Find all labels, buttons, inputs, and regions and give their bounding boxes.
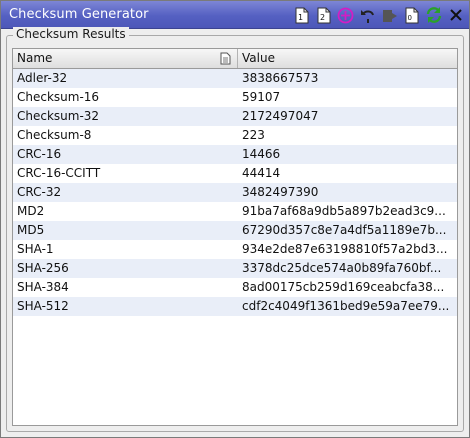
cell-name: CRC-16 [17, 147, 62, 161]
svg-text:1: 1 [298, 13, 303, 22]
table-row[interactable]: MD2 91ba7af68a9db5a897b2ead3c9... [13, 202, 457, 221]
table-row[interactable]: SHA-512 cdf2c4049f1361bed9e59a7ee79... [13, 297, 457, 316]
svg-text:2: 2 [320, 13, 325, 22]
cell-name: MD5 [17, 223, 45, 237]
table-row[interactable]: MD5 67290d357c8e7a4df5a1189e7b... [13, 221, 457, 240]
window-title: Checksum Generator [9, 7, 149, 22]
file-2-icon[interactable]: 2 [314, 6, 333, 25]
cell-value: 59107 [242, 90, 281, 104]
cell-value: 3482497390 [242, 185, 319, 199]
cell-name: MD2 [17, 204, 45, 218]
cell-name: SHA-384 [17, 280, 69, 294]
table-row[interactable]: SHA-384 8ad00175cb259d169ceabcfa38... [13, 278, 457, 297]
table-row[interactable]: CRC-16 14466 [13, 145, 457, 164]
cell-name: SHA-512 [17, 299, 69, 313]
cell-name: Checksum-32 [17, 109, 100, 123]
cell-value: 3378dc25dce574a0b89fa760bf... [242, 261, 442, 275]
title-toolbar: 1 2 0 [292, 5, 465, 25]
cell-value: cdf2c4049f1361bed9e59a7ee79... [242, 299, 450, 313]
column-header-value[interactable]: Value [238, 49, 457, 68]
group-label: Checksum Results [13, 27, 129, 41]
cell-value: 934e2de87e63198810f57a2bd3... [242, 242, 448, 256]
file-1-icon[interactable]: 1 [292, 6, 311, 25]
checksum-generator-window: Checksum Generator 1 2 0 Checksum Result… [0, 0, 470, 438]
cell-value: 3838667573 [242, 71, 319, 85]
svg-text:0: 0 [407, 14, 411, 22]
cell-value: 91ba7af68a9db5a897b2ead3c9... [242, 204, 446, 218]
table-row[interactable]: Checksum-8 223 [13, 126, 457, 145]
cell-value: 14466 [242, 147, 281, 161]
cell-name: CRC-32 [17, 185, 62, 199]
title-bar[interactable]: Checksum Generator 1 2 0 [1, 1, 469, 29]
cell-name: SHA-1 [17, 242, 54, 256]
export-icon[interactable] [380, 6, 399, 25]
table-row[interactable]: SHA-256 3378dc25dce574a0b89fa760bf... [13, 259, 457, 278]
undo-icon[interactable] [358, 6, 377, 25]
cell-value: 8ad00175cb259d169ceabcfa38... [242, 280, 445, 294]
table-row[interactable]: CRC-16-CCITT 44414 [13, 164, 457, 183]
column-value-label: Value [242, 51, 275, 65]
cell-value: 44414 [242, 166, 281, 180]
table-row[interactable]: Checksum-32 2172497047 [13, 107, 457, 126]
options-icon[interactable]: 0 [402, 6, 421, 25]
close-icon[interactable] [446, 6, 465, 25]
results-table[interactable]: Name Value Adler-32 3838667573 Checksum-16… [12, 48, 458, 426]
refresh-icon[interactable] [424, 6, 443, 25]
cell-value: 2172497047 [242, 109, 319, 123]
table-row[interactable]: CRC-32 3482497390 [13, 183, 457, 202]
sort-icon[interactable] [219, 52, 232, 68]
cell-value: 67290d357c8e7a4df5a1189e7b... [242, 223, 447, 237]
add-icon[interactable] [336, 6, 355, 25]
cell-name: CRC-16-CCITT [17, 166, 101, 180]
cell-name: Checksum-16 [17, 90, 100, 104]
cell-name: SHA-256 [17, 261, 69, 275]
column-header-name[interactable]: Name [13, 49, 238, 68]
cell-name: Checksum-8 [17, 128, 92, 142]
table-row[interactable]: Adler-32 3838667573 [13, 69, 457, 88]
table-body: Adler-32 3838667573 Checksum-16 59107 Checks… [13, 69, 457, 316]
cell-value: 223 [242, 128, 265, 142]
table-row[interactable]: SHA-1 934e2de87e63198810f57a2bd3... [13, 240, 457, 259]
table-header: Name Value [13, 49, 457, 69]
table-row[interactable]: Checksum-16 59107 [13, 88, 457, 107]
column-name-label: Name [17, 51, 53, 65]
cell-name: Adler-32 [17, 71, 68, 85]
checksum-results-group: Checksum Results Name Value Adler-32 3838… [6, 27, 464, 432]
